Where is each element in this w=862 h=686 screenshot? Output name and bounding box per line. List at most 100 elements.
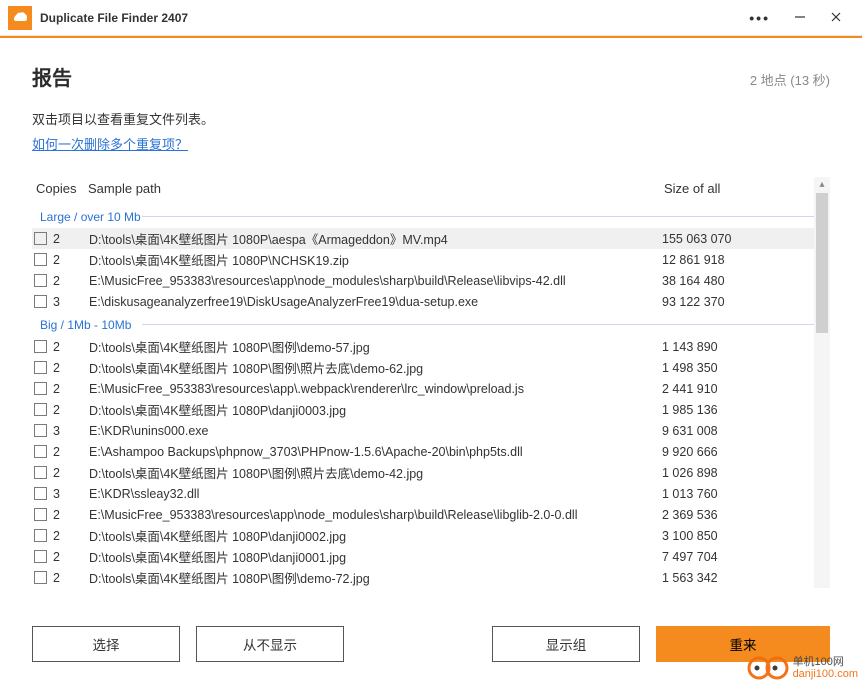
scrollbar[interactable]: ▴	[814, 177, 830, 588]
row-checkbox[interactable]	[34, 253, 47, 266]
scroll-up-icon[interactable]: ▴	[814, 177, 830, 190]
row-path: E:\MusicFree_953383\resources\app\.webpa…	[89, 382, 662, 396]
select-button[interactable]: 选择	[32, 626, 180, 662]
table-row[interactable]: 3E:\KDR\unins000.exe9 631 008	[32, 420, 814, 441]
show-group-button[interactable]: 显示组	[492, 626, 640, 662]
row-size: 1 013 760	[662, 487, 812, 501]
row-checkbox[interactable]	[34, 382, 47, 395]
row-checkbox[interactable]	[34, 571, 47, 584]
row-copies: 2	[53, 445, 89, 459]
row-checkbox[interactable]	[34, 508, 47, 521]
row-checkbox[interactable]	[34, 466, 47, 479]
row-checkbox[interactable]	[34, 274, 47, 287]
titlebar: Duplicate File Finder 2407 •••	[0, 0, 862, 36]
row-size: 7 497 704	[662, 550, 812, 564]
row-checkbox[interactable]	[34, 232, 47, 245]
table-row[interactable]: 2E:\Ashampoo Backups\phpnow_3703\PHPnow-…	[32, 441, 814, 462]
col-size[interactable]: Size of all	[664, 181, 814, 196]
table-row[interactable]: 2D:\tools\桌面\4K壁纸图片 1080P\图例\照片去底\demo-4…	[32, 462, 814, 483]
row-size: 12 861 918	[662, 253, 812, 267]
row-checkbox[interactable]	[34, 361, 47, 374]
table-row[interactable]: 2D:\tools\桌面\4K壁纸图片 1080P\danji0003.jpg1…	[32, 399, 814, 420]
table-row[interactable]: 2E:\MusicFree_953383\resources\app\.webp…	[32, 378, 814, 399]
row-size: 9 920 666	[662, 445, 812, 459]
row-copies: 2	[53, 253, 89, 267]
row-path: E:\diskusageanalyzerfree19\DiskUsageAnal…	[89, 295, 662, 309]
row-size: 93 122 370	[662, 295, 812, 309]
col-copies[interactable]: Copies	[32, 181, 88, 196]
row-path: D:\tools\桌面\4K壁纸图片 1080P\danji0002.jpg	[89, 526, 662, 545]
row-checkbox[interactable]	[34, 487, 47, 500]
table-row[interactable]: 3E:\KDR\ssleay32.dll1 013 760	[32, 483, 814, 504]
results-table: Copies Sample path Size of all Large / o…	[32, 177, 814, 588]
row-path: E:\KDR\ssleay32.dll	[89, 487, 662, 501]
hint-text: 双击项目以查看重复文件列表。	[32, 109, 830, 128]
more-button[interactable]: •••	[737, 4, 782, 32]
row-copies: 2	[53, 274, 89, 288]
row-path: E:\KDR\unins000.exe	[89, 424, 662, 438]
table-row[interactable]: 2E:\MusicFree_953383\resources\app\node_…	[32, 270, 814, 291]
content-area: 报告 2 地点 (13 秒) 双击项目以查看重复文件列表。 如何一次删除多个重复…	[0, 38, 862, 600]
row-path: D:\tools\桌面\4K壁纸图片 1080P\图例\demo-57.jpg	[89, 337, 662, 356]
table-row[interactable]: 3E:\diskusageanalyzerfree19\DiskUsageAna…	[32, 291, 814, 312]
watermark-text-bottom: danji100.com	[793, 668, 858, 680]
row-size: 3 100 850	[662, 529, 812, 543]
row-copies: 2	[53, 232, 89, 246]
row-path: D:\tools\桌面\4K壁纸图片 1080P\图例\照片去底\demo-42…	[89, 463, 662, 482]
scroll-thumb[interactable]	[816, 193, 828, 333]
row-size: 1 143 890	[662, 340, 812, 354]
table-header: Copies Sample path Size of all	[32, 177, 814, 204]
row-path: D:\tools\桌面\4K壁纸图片 1080P\图例\照片去底\demo-62…	[89, 358, 662, 377]
row-checkbox[interactable]	[34, 445, 47, 458]
row-size: 1 026 898	[662, 466, 812, 480]
row-size: 2 441 910	[662, 382, 812, 396]
table-row[interactable]: 2E:\MusicFree_953383\resources\app\node_…	[32, 504, 814, 525]
row-size: 155 063 070	[662, 232, 812, 246]
table-row[interactable]: 2D:\tools\桌面\4K壁纸图片 1080P\图例\demo-72.jpg…	[32, 567, 814, 588]
watermark: 单机100网 danji100.com	[747, 654, 858, 682]
table-row[interactable]: 2D:\tools\桌面\4K壁纸图片 1080P\danji0002.jpg3…	[32, 525, 814, 546]
report-title: 报告	[32, 62, 72, 91]
table-row[interactable]: 2D:\tools\桌面\4K壁纸图片 1080P\图例\demo-57.jpg…	[32, 336, 814, 357]
row-checkbox[interactable]	[34, 403, 47, 416]
never-show-button[interactable]: 从不显示	[196, 626, 344, 662]
row-copies: 3	[53, 295, 89, 309]
row-copies: 3	[53, 487, 89, 501]
row-checkbox[interactable]	[34, 340, 47, 353]
watermark-text-top: 单机100网	[793, 656, 858, 668]
row-copies: 2	[53, 361, 89, 375]
table-row[interactable]: 2D:\tools\桌面\4K壁纸图片 1080P\danji0001.jpg7…	[32, 546, 814, 567]
app-icon	[8, 6, 32, 30]
row-path: D:\tools\桌面\4K壁纸图片 1080P\aespa《Armageddo…	[89, 229, 662, 248]
row-checkbox[interactable]	[34, 424, 47, 437]
help-link[interactable]: 如何一次删除多个重复项？	[32, 134, 188, 153]
row-path: E:\Ashampoo Backups\phpnow_3703\PHPnow-1…	[89, 445, 662, 459]
footer-toolbar: 选择 从不显示 显示组 重来	[32, 626, 830, 662]
row-size: 9 631 008	[662, 424, 812, 438]
table-row[interactable]: 2D:\tools\桌面\4K壁纸图片 1080P\aespa《Armagedd…	[32, 228, 814, 249]
table-row[interactable]: 2D:\tools\桌面\4K壁纸图片 1080P\图例\照片去底\demo-6…	[32, 357, 814, 378]
close-button[interactable]	[818, 4, 854, 32]
row-copies: 2	[53, 571, 89, 585]
row-path: D:\tools\桌面\4K壁纸图片 1080P\NCHSK19.zip	[89, 250, 662, 269]
row-size: 1 498 350	[662, 361, 812, 375]
row-copies: 2	[53, 403, 89, 417]
watermark-icon	[747, 654, 791, 682]
row-copies: 2	[53, 529, 89, 543]
table-row[interactable]: 2D:\tools\桌面\4K壁纸图片 1080P\NCHSK19.zip12 …	[32, 249, 814, 270]
row-copies: 2	[53, 340, 89, 354]
row-size: 2 369 536	[662, 508, 812, 522]
row-copies: 2	[53, 550, 89, 564]
minimize-button[interactable]	[782, 4, 818, 32]
row-copies: 2	[53, 382, 89, 396]
col-path[interactable]: Sample path	[88, 181, 664, 196]
row-copies: 3	[53, 424, 89, 438]
row-size: 38 164 480	[662, 274, 812, 288]
row-checkbox[interactable]	[34, 550, 47, 563]
row-copies: 2	[53, 466, 89, 480]
row-checkbox[interactable]	[34, 295, 47, 308]
row-checkbox[interactable]	[34, 529, 47, 542]
row-path: D:\tools\桌面\4K壁纸图片 1080P\图例\demo-72.jpg	[89, 568, 662, 587]
row-size: 1 563 342	[662, 571, 812, 585]
row-size: 1 985 136	[662, 403, 812, 417]
